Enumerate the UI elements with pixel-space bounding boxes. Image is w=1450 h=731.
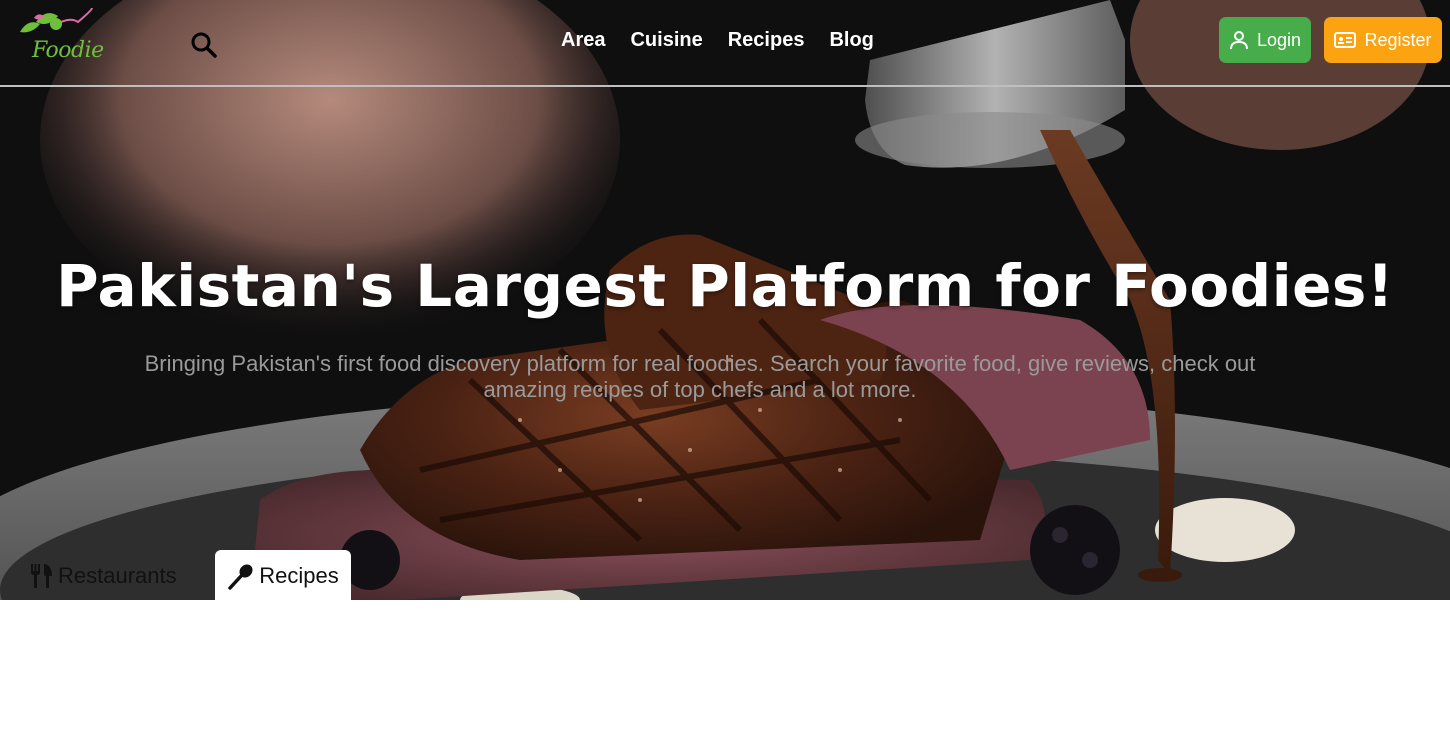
main-nav: Area Cuisine Recipes Blog — [561, 28, 899, 52]
register-button[interactable]: Register — [1324, 17, 1442, 63]
id-card-icon — [1334, 32, 1357, 48]
tab-restaurants[interactable]: Restaurants — [28, 550, 177, 602]
search-button[interactable] — [190, 31, 218, 59]
search-icon — [191, 32, 217, 58]
hero-title: Pakistan's Largest Platform for Foodies! — [56, 252, 1394, 320]
tab-restaurants-label: Restaurants — [58, 563, 177, 588]
login-label: Login — [1256, 29, 1302, 50]
register-label: Register — [1364, 29, 1432, 50]
tab-recipes[interactable]: Recipes — [215, 550, 351, 602]
nav-link-cuisine[interactable]: Cuisine — [630, 28, 702, 52]
hero-section: Foodie Area Cuisine Recipes Blog Login R… — [0, 0, 1450, 600]
logo-wordmark: Foodie — [32, 38, 104, 63]
login-button[interactable]: Login — [1219, 17, 1311, 63]
nav-link-blog[interactable]: Blog — [829, 28, 873, 52]
tab-recipes-label: Recipes — [259, 563, 339, 588]
foodie-logo[interactable]: Foodie — [14, 4, 104, 78]
nav-link-area[interactable]: Area — [561, 28, 605, 52]
spoon-icon — [228, 564, 253, 590]
user-icon — [1229, 31, 1248, 50]
top-navbar: Foodie Area Cuisine Recipes Blog Login R… — [0, 0, 1450, 87]
nav-link-recipes[interactable]: Recipes — [728, 28, 805, 52]
hero-subtitle: Bringing Pakistan's first food discovery… — [144, 351, 1256, 402]
fork-knife-icon — [31, 564, 52, 588]
